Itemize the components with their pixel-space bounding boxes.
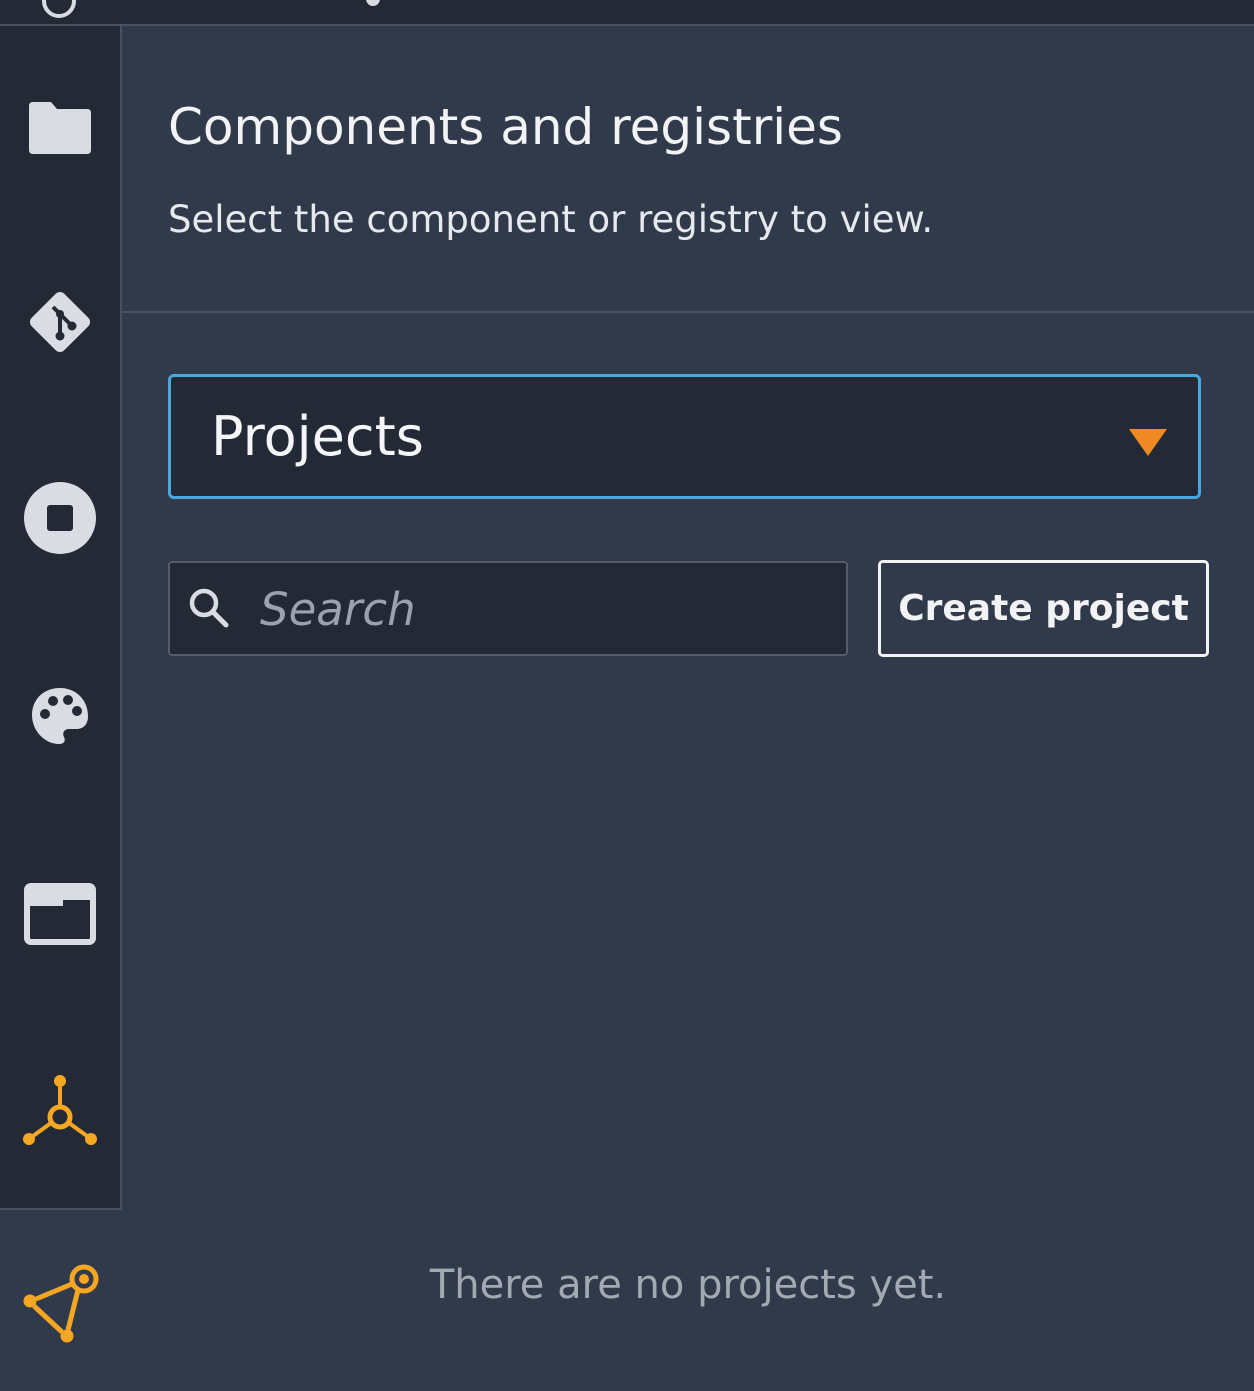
status-dot-icon bbox=[366, 0, 380, 6]
stop-icon[interactable] bbox=[20, 478, 100, 558]
component-graph-icon[interactable] bbox=[20, 1072, 100, 1152]
caret-down-icon bbox=[1129, 429, 1167, 456]
window-icon[interactable] bbox=[20, 874, 100, 954]
palette-icon[interactable] bbox=[20, 676, 100, 756]
search-box bbox=[168, 561, 848, 656]
view-type-select[interactable]: Projects bbox=[168, 374, 1201, 499]
git-icon[interactable] bbox=[20, 282, 100, 362]
search-icon bbox=[186, 585, 232, 631]
panel-title: Components and registries bbox=[168, 98, 843, 156]
select-value: Projects bbox=[211, 405, 424, 468]
globe-icon[interactable] bbox=[42, 0, 76, 18]
top-bar bbox=[0, 0, 1254, 26]
empty-state-message: There are no projects yet. bbox=[429, 1262, 947, 1308]
panel-subtitle: Select the component or registry to view… bbox=[168, 198, 934, 241]
activity-bar bbox=[0, 26, 122, 1210]
create-project-button[interactable]: Create project bbox=[878, 560, 1209, 657]
panel-header: Components and registries Select the com… bbox=[122, 26, 1254, 313]
search-input[interactable] bbox=[260, 575, 830, 643]
components-registries-view: Components and registries Select the com… bbox=[0, 0, 1254, 1391]
folder-icon[interactable] bbox=[20, 88, 100, 168]
registry-graph-icon[interactable] bbox=[18, 1262, 102, 1346]
